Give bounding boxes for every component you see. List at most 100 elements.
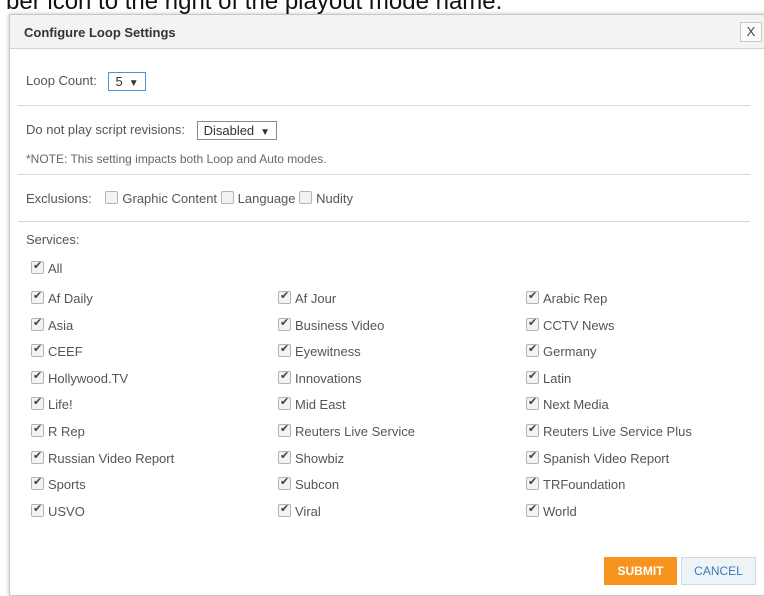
- checkbox-checked-icon: [31, 395, 44, 410]
- dropdown-arrow-icon: ▼: [260, 127, 271, 138]
- service-checkbox[interactable]: Arabic Rep: [526, 289, 608, 306]
- checkbox-checked-icon: [278, 502, 291, 517]
- service-label: Latin: [543, 371, 572, 386]
- dialog-titlebar: Configure Loop Settings X: [10, 15, 764, 49]
- service-checkbox[interactable]: Spanish Video Report: [526, 449, 670, 466]
- loop-count-row: Loop Count: 5 ▼: [26, 72, 146, 91]
- loop-count-select[interactable]: 5 ▼: [108, 72, 146, 91]
- checkbox-checked-icon: [31, 342, 44, 357]
- checkbox-checked-icon: [526, 502, 539, 517]
- checkbox-checked-icon: [31, 259, 44, 274]
- script-revisions-select[interactable]: Disabled ▼: [196, 121, 278, 140]
- dialog-title: Configure Loop Settings: [24, 25, 176, 40]
- service-checkbox[interactable]: Germany: [526, 342, 597, 359]
- checkbox-checked-icon: [31, 422, 44, 437]
- service-checkbox[interactable]: Mid East: [278, 395, 346, 412]
- checkbox-checked-icon: [278, 449, 291, 464]
- configure-loop-dialog: Configure Loop Settings X Loop Count: 5 ▼…: [9, 14, 764, 596]
- service-checkbox[interactable]: Af Jour: [278, 289, 337, 306]
- service-checkbox[interactable]: USVO: [31, 502, 85, 519]
- service-checkbox[interactable]: Business Video: [278, 316, 385, 333]
- service-label: Spanish Video Report: [543, 451, 670, 466]
- exclusion-language[interactable]: Language: [220, 191, 296, 206]
- service-checkbox[interactable]: World: [526, 502, 577, 519]
- close-button[interactable]: X: [740, 22, 762, 42]
- service-checkbox[interactable]: Subcon: [278, 475, 340, 492]
- service-label: Reuters Live Service Plus: [543, 424, 692, 439]
- service-label: Russian Video Report: [48, 451, 175, 466]
- service-checkbox[interactable]: Sports: [31, 475, 86, 492]
- service-label: Sports: [48, 477, 86, 492]
- script-revisions-value: Disabled: [203, 123, 255, 138]
- services-label: Services:: [26, 232, 80, 247]
- checkbox-checked-icon: [278, 369, 291, 384]
- service-checkbox[interactable]: Viral: [278, 502, 321, 519]
- checkbox-icon: [105, 191, 119, 204]
- checkbox-checked-icon: [526, 289, 539, 304]
- script-revisions-label: Do not play script revisions:: [26, 121, 185, 137]
- divider: [18, 174, 750, 175]
- checkbox-icon: [299, 191, 313, 204]
- service-label: Subcon: [295, 477, 340, 492]
- service-checkbox[interactable]: Russian Video Report: [31, 449, 175, 466]
- loop-count-value: 5: [115, 74, 123, 89]
- service-checkbox[interactable]: TRFoundation: [526, 475, 626, 492]
- service-checkbox[interactable]: Asia: [31, 316, 74, 333]
- service-label: Business Video: [295, 318, 385, 333]
- service-all[interactable]: All: [31, 259, 63, 276]
- service-label: Next Media: [543, 397, 609, 412]
- checkbox-checked-icon: [31, 475, 44, 490]
- service-label: Reuters Live Service: [295, 424, 415, 439]
- checkbox-checked-icon: [278, 395, 291, 410]
- exclusions-label: Exclusions:: [26, 191, 92, 206]
- checkbox-icon: [220, 191, 234, 204]
- service-checkbox[interactable]: Next Media: [526, 395, 609, 412]
- checkbox-checked-icon: [526, 475, 539, 490]
- service-label: Innovations: [295, 371, 362, 386]
- service-label: Arabic Rep: [543, 291, 608, 306]
- checkbox-checked-icon: [31, 449, 44, 464]
- service-label: R Rep: [48, 424, 85, 439]
- service-checkbox[interactable]: R Rep: [31, 422, 85, 439]
- service-checkbox[interactable]: Af Daily: [31, 289, 93, 306]
- service-label: Eyewitness: [295, 344, 361, 359]
- divider: [18, 105, 750, 106]
- service-checkbox[interactable]: Reuters Live Service: [278, 422, 415, 439]
- checkbox-checked-icon: [278, 316, 291, 331]
- checkbox-checked-icon: [526, 422, 539, 437]
- service-checkbox[interactable]: CCTV News: [526, 316, 615, 333]
- service-checkbox[interactable]: Eyewitness: [278, 342, 361, 359]
- service-checkbox[interactable]: Reuters Live Service Plus: [526, 422, 692, 439]
- exclusion-nudity[interactable]: Nudity: [299, 191, 353, 206]
- service-label: Viral: [295, 504, 321, 519]
- service-label: Hollywood.TV: [48, 371, 129, 386]
- service-label: Af Daily: [48, 291, 93, 306]
- service-label: Asia: [48, 318, 74, 333]
- service-label: TRFoundation: [543, 477, 626, 492]
- service-label: CEEF: [48, 344, 83, 359]
- service-checkbox[interactable]: Innovations: [278, 369, 362, 386]
- service-checkbox[interactable]: CEEF: [31, 342, 83, 359]
- service-checkbox[interactable]: Hollywood.TV: [31, 369, 129, 386]
- close-icon: X: [746, 24, 756, 39]
- service-label: World: [543, 504, 577, 519]
- loop-count-label: Loop Count:: [26, 72, 97, 88]
- dropdown-arrow-icon: ▼: [128, 78, 139, 89]
- service-checkbox[interactable]: Latin: [526, 369, 572, 386]
- service-checkbox[interactable]: Showbiz: [278, 449, 345, 466]
- checkbox-checked-icon: [526, 342, 539, 357]
- checkbox-checked-icon: [526, 316, 539, 331]
- checkbox-checked-icon: [278, 475, 291, 490]
- checkbox-checked-icon: [31, 289, 44, 304]
- service-label: Life!: [48, 397, 73, 412]
- service-all-label: All: [48, 261, 63, 276]
- checkbox-checked-icon: [31, 369, 44, 384]
- script-revisions-row: Do not play script revisions: Disabled ▼: [26, 121, 278, 140]
- service-label: Showbiz: [295, 451, 345, 466]
- checkbox-checked-icon: [526, 395, 539, 410]
- exclusion-graphic-content[interactable]: Graphic Content: [105, 191, 217, 206]
- service-checkbox[interactable]: Life!: [31, 395, 73, 412]
- service-label: Germany: [543, 344, 597, 359]
- divider: [18, 221, 750, 222]
- service-label: Af Jour: [295, 291, 337, 306]
